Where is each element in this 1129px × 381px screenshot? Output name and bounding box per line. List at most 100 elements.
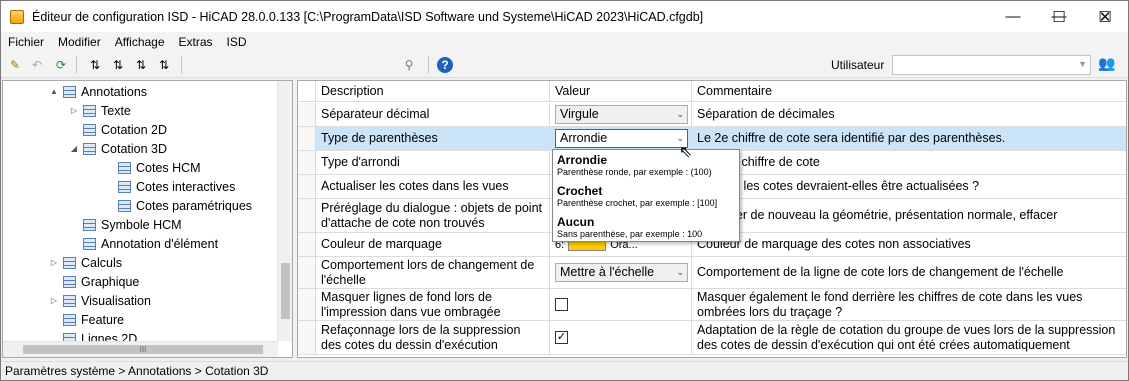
value-combobox[interactable]: Virgule ⌄ <box>555 105 688 124</box>
sort-2-icon[interactable]: ⇅ <box>108 55 128 75</box>
find-binoculars-icon[interactable]: ⚲ <box>399 55 419 75</box>
menu-bar: Fichier Modifier Affichage Extras ISD <box>1 32 1128 52</box>
table-row[interactable]: Séparateur décimal Virgule ⌄ Séparation d… <box>298 103 1126 127</box>
option-subtitle: Parenthèse ronde, par exemple : (100) <box>557 167 712 177</box>
scrollbar-thumb-h[interactable]: III <box>23 345 263 354</box>
dropdown-option[interactable]: Crochet Parenthèse crochet, par exemple :… <box>557 184 737 209</box>
column-header-value[interactable]: Valeur <box>550 81 692 102</box>
tree-node[interactable]: Cotes paramétriques <box>104 196 252 215</box>
tree-node-label: Cotes interactives <box>136 179 236 194</box>
row-description: Couleur de marquage <box>316 233 550 256</box>
tree-node[interactable]: Cotes interactives <box>104 177 235 196</box>
tree-node[interactable]: ▷ Texte <box>69 101 131 120</box>
undo-icon[interactable]: ↶ <box>27 55 47 75</box>
scrollbar-thumb[interactable] <box>281 263 290 319</box>
row-comment: Comportement de la ligne de cote lors de… <box>697 265 1064 279</box>
value-checkbox[interactable] <box>555 298 568 311</box>
row-header[interactable] <box>298 321 316 354</box>
tree-node[interactable]: ▷ Visualisation <box>49 291 151 310</box>
tree-node[interactable]: ◢ Cotation 3D <box>69 139 167 158</box>
tree-node-label: Cotation 2D <box>101 122 168 137</box>
row-comment: ondi du chiffre de cote <box>697 155 820 169</box>
restore-button[interactable]: ☐ <box>1036 1 1082 32</box>
row-description: Refaçonnage lors de la suppression des c… <box>316 321 550 354</box>
tree-horizontal-scrollbar[interactable]: III <box>3 341 278 357</box>
column-header-description[interactable]: Description <box>316 81 550 102</box>
column-header-comment[interactable]: Commentaire <box>692 81 1126 102</box>
row-header[interactable] <box>298 151 316 174</box>
table-icon <box>63 294 76 307</box>
tree-node[interactable]: Cotation 2D <box>69 120 167 139</box>
chevron-down-icon: ▼ <box>1078 59 1087 69</box>
row-comment: , calculer de nouveau la géométrie, prés… <box>697 208 1058 222</box>
chevron-down-icon: ⌄ <box>676 267 684 277</box>
expand-arrow-icon[interactable]: ▷ <box>69 106 79 115</box>
row-header[interactable] <box>298 199 316 232</box>
table-icon <box>83 142 96 155</box>
value-checkbox[interactable]: ✓ <box>555 331 568 344</box>
row-description: Type d'arrondi <box>316 151 550 174</box>
menu-4[interactable]: ISD <box>220 32 254 52</box>
row-header[interactable] <box>298 289 316 320</box>
tree-node[interactable]: Feature <box>49 310 124 329</box>
row-header[interactable] <box>298 257 316 288</box>
table-icon <box>63 85 76 98</box>
row-header[interactable] <box>298 175 316 198</box>
row-description: Type de parenthèses <box>316 127 550 150</box>
row-header[interactable] <box>298 103 316 126</box>
table-icon <box>83 123 96 136</box>
dropdown-option[interactable]: Aucun Sans parenthèse, par exemple : 100 <box>557 215 737 240</box>
help-icon[interactable]: ? <box>437 57 453 73</box>
value-combobox[interactable]: Mettre à l'échelle ⌄ <box>555 263 688 282</box>
window-title: Éditeur de configuration ISD - HiCAD 28.… <box>32 9 704 24</box>
tree-node[interactable]: Annotation d'élément <box>69 234 218 253</box>
expand-arrow-icon[interactable]: ▷ <box>49 258 59 267</box>
tree-node[interactable]: Graphique <box>49 272 139 291</box>
row-description: Comportement lors de changement de l'éch… <box>316 257 550 288</box>
tree-node-label: Cotation 3D <box>101 141 168 156</box>
refresh-icon[interactable]: ⟳ <box>51 55 71 75</box>
row-comment: elle vue les cotes devraient-elles être … <box>697 179 980 193</box>
table-row[interactable]: Type de parenthèses Arrondie ⌄ Le 2e chif… <box>298 127 1126 151</box>
dropdown-option[interactable]: Arrondie Parenthèse ronde, par exemple : … <box>557 153 737 178</box>
toolbar: ✎ ↶ ⟳ ⇅ ⇅ ⇅ ⇅ ⚲ ? Utilisateur ▼ 👥 <box>1 52 1128 78</box>
value-combobox[interactable]: Arrondie ⌄ <box>555 129 688 148</box>
row-value[interactable] <box>550 289 692 320</box>
tree-node[interactable]: Symbole HCM <box>69 215 182 234</box>
table-icon <box>118 161 131 174</box>
table-row[interactable]: Masquer lignes de fond lors de l'impress… <box>298 289 1126 321</box>
row-value[interactable]: ✓ <box>550 321 692 354</box>
row-header[interactable] <box>298 233 316 256</box>
expand-arrow-icon[interactable]: ▲ <box>49 87 59 96</box>
tree-node[interactable]: Cotes HCM <box>104 158 201 177</box>
tree-vertical-scrollbar[interactable] <box>277 81 292 341</box>
menu-1[interactable]: Modifier <box>51 32 108 52</box>
sort-3-icon[interactable]: ⇅ <box>131 55 151 75</box>
close-button[interactable]: ✕ <box>1082 1 1128 32</box>
expand-arrow-icon[interactable]: ▷ <box>49 296 59 305</box>
expand-arrow-icon[interactable]: ◢ <box>69 144 79 153</box>
edit-pencil-icon[interactable]: ✎ <box>5 55 25 75</box>
option-title: Arrondie <box>557 153 608 167</box>
minimize-button-2[interactable]: — <box>990 1 1036 32</box>
row-value[interactable]: Virgule ⌄ <box>550 103 692 126</box>
tree-node[interactable]: ▲ Annotations <box>49 82 147 101</box>
tree-node[interactable]: ▷ Calculs <box>49 253 122 272</box>
bracket-type-dropdown: Arrondie Parenthèse ronde, par exemple : … <box>552 149 740 242</box>
tree-node-label: Cotes paramétriques <box>136 198 253 213</box>
row-comment: Le 2e chiffre de cote sera identifié par… <box>697 131 1006 145</box>
sort-filter-icon[interactable]: ⇅ <box>154 55 174 75</box>
row-value[interactable]: Arrondie ⌄ <box>550 127 692 150</box>
table-row[interactable]: Comportement lors de changement de l'éch… <box>298 257 1126 289</box>
table-row[interactable]: Refaçonnage lors de la suppression des c… <box>298 321 1126 355</box>
user-select[interactable]: ▼ <box>892 55 1091 75</box>
menu-3[interactable]: Extras <box>172 32 220 52</box>
menu-2[interactable]: Affichage <box>108 32 172 52</box>
row-header[interactable] <box>298 127 316 150</box>
users-icon[interactable]: 👥 <box>1096 55 1118 75</box>
menu-0[interactable]: Fichier <box>1 32 51 52</box>
sort-1-icon[interactable]: ⇅ <box>85 55 105 75</box>
row-comment: Séparation de décimales <box>697 107 835 121</box>
row-value[interactable]: Mettre à l'échelle ⌄ <box>550 257 692 288</box>
tree-node-label: Graphique <box>81 274 140 289</box>
